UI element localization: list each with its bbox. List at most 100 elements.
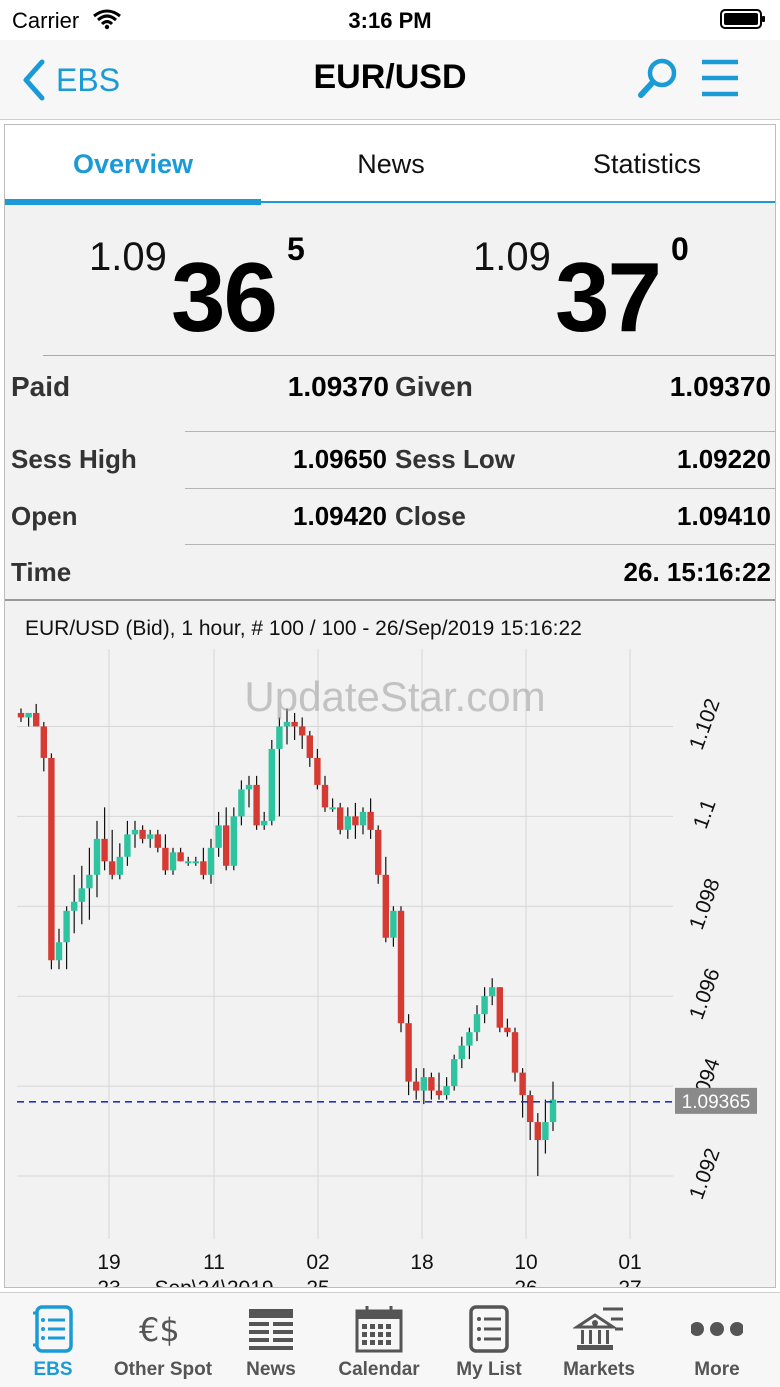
candle-up	[245, 784, 253, 790]
quote-panel: 1.09 36 5 1.09 37 0	[5, 205, 775, 357]
stats-row-open-close: Open 1.09420 Close 1.09410	[5, 488, 775, 544]
svg-text:€$: €$	[139, 1311, 180, 1349]
candle-down	[154, 834, 161, 848]
given-label: Given	[395, 371, 473, 402]
time-label: Time	[11, 557, 72, 587]
candle-down	[139, 829, 146, 839]
tab-statistics[interactable]: Statistics	[519, 125, 775, 203]
tab-bar-label: My List	[456, 1359, 522, 1380]
candle-up	[71, 901, 78, 911]
candle-up	[458, 1045, 465, 1060]
tab-bar-item-news[interactable]: News	[216, 1293, 326, 1387]
calendar-icon	[355, 1306, 403, 1353]
candlestick-chart[interactable]: 1.0921.0941.0961.0981.11.1021.0936519 11 0…	[5, 601, 775, 1287]
candle-down	[428, 1077, 435, 1091]
y-tick-label: 1.102	[685, 696, 725, 753]
instrument-panel: Overview News Statistics 1.09 36 5 1.09 …	[4, 124, 776, 1288]
candle-down	[527, 1095, 534, 1123]
euro-dollar-icon: €$	[139, 1311, 180, 1349]
bottom-tab-bar: EBS €$ Other Spot News Calendar My List …	[0, 1292, 780, 1387]
tab-bar-label: News	[246, 1359, 296, 1380]
tab-bar-label: EBS	[33, 1359, 73, 1380]
x-tick-label: 19	[97, 1251, 120, 1274]
tab-bar-label: Other Spot	[113, 1359, 213, 1380]
chevron-left-icon	[23, 59, 45, 101]
tab-news[interactable]: News	[263, 125, 519, 203]
candle-down	[109, 861, 116, 875]
candle-up	[131, 829, 139, 835]
candle-down	[162, 847, 169, 871]
price-chart[interactable]: 1.092 1.094 1.096 1.098 1.1 1.102 1.09365 19 11 0…	[5, 599, 775, 1287]
candle-up	[86, 874, 93, 889]
tab-statistics-label: Statistics	[592, 149, 702, 179]
stats-row-session-range: Sess High 1.09650 Sess Low 1.09220	[5, 431, 775, 487]
x-tick-label: Sep\24\2019	[154, 1277, 273, 1287]
bid-price-big-figure: 36	[171, 242, 278, 352]
tab-bar-item-other-spot[interactable]: €$ Other Spot	[108, 1293, 218, 1387]
candle-down	[413, 1081, 420, 1091]
y-tick-label: 1.1	[689, 796, 721, 831]
candle-down	[367, 811, 374, 830]
candle-down	[519, 1072, 526, 1096]
candle-up	[261, 820, 268, 826]
back-button-label: EBS	[56, 61, 121, 98]
candle-up	[25, 712, 32, 718]
tab-bar-item-markets[interactable]: Markets	[544, 1293, 654, 1387]
tab-bar-item-more[interactable]: More	[662, 1293, 772, 1387]
ask-price-pip: 0	[671, 231, 689, 267]
session-high-value: 1.09650	[293, 444, 387, 474]
tab-bar-item-calendar[interactable]: Calendar	[324, 1293, 434, 1387]
candle-up	[466, 1032, 473, 1046]
candle-up	[116, 856, 123, 875]
tab-bar-item-my-list[interactable]: My List	[434, 1293, 544, 1387]
candle-down	[40, 726, 47, 758]
search-icon[interactable]	[636, 56, 680, 100]
candle-up	[124, 834, 131, 857]
x-tick-label: 10	[514, 1251, 537, 1274]
candle-down	[314, 757, 321, 785]
hamburger-menu-icon[interactable]	[698, 56, 742, 100]
bid-price-prefix: 1.09	[89, 235, 167, 279]
candle-up	[329, 807, 336, 810]
candle-down	[306, 735, 313, 758]
candle-down	[223, 825, 230, 866]
open-value: 1.09420	[293, 501, 387, 531]
candle-down	[397, 910, 405, 1024]
candle-down	[299, 726, 306, 736]
stats-row-time: Time 26. 15:16:22	[5, 544, 775, 600]
bid-price-pip: 5	[287, 231, 305, 267]
candle-down	[321, 784, 329, 808]
tab-bar-label: More	[694, 1359, 740, 1380]
tab-bar-item-ebs[interactable]: EBS	[0, 1293, 108, 1387]
candle-up	[443, 1086, 450, 1096]
candle-up	[420, 1077, 427, 1091]
candle-up	[63, 910, 70, 943]
list-document-icon	[33, 1305, 73, 1353]
navigation-bar: EBS EUR/USD	[0, 40, 780, 120]
candle-up	[93, 838, 101, 875]
session-high-label: Sess High	[11, 444, 137, 474]
candle-down	[253, 784, 260, 826]
given-value: 1.09370	[669, 371, 771, 402]
x-tick-label: 11	[203, 1251, 225, 1274]
divider	[43, 355, 775, 356]
candle-down	[200, 861, 207, 875]
x-tick-label: 23	[97, 1277, 120, 1287]
candle-up	[185, 861, 192, 864]
x-tick-label: 02	[306, 1251, 329, 1274]
tab-bar-label: Markets	[563, 1359, 635, 1380]
chart-caption: EUR/USD (Bid), 1 hour, # 100 / 100 - 26/…	[25, 617, 582, 640]
candle-down	[496, 987, 503, 1028]
ask-price-big-figure: 37	[555, 242, 662, 352]
bid-price[interactable]: 1.09 36 5	[89, 219, 349, 352]
candle-down	[435, 1090, 443, 1096]
close-value: 1.09410	[677, 501, 771, 531]
candle-down	[375, 829, 382, 875]
back-button[interactable]: EBS	[20, 56, 120, 104]
ask-price[interactable]: 1.09 37 0	[473, 219, 733, 352]
tab-overview[interactable]: Overview	[5, 125, 261, 205]
candle-up	[215, 825, 222, 848]
y-tick-label: 1.096	[685, 965, 725, 1022]
clock: 3:16 PM	[348, 8, 432, 33]
candle-up	[147, 834, 154, 839]
